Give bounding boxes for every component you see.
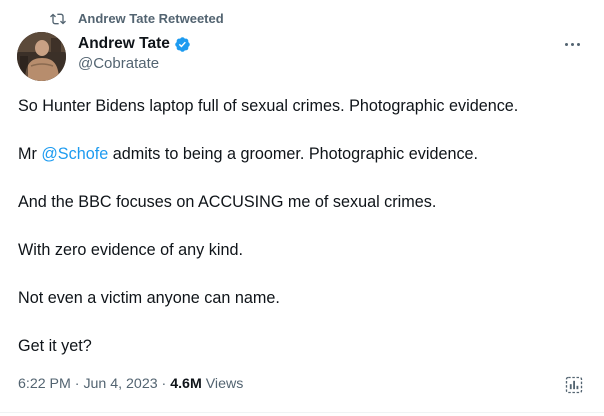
avatar-photo xyxy=(17,32,66,81)
views-count: 4.6M xyxy=(170,376,202,392)
meta-separator: · xyxy=(157,376,171,392)
verified-badge-icon xyxy=(175,36,190,52)
retweet-label: Andrew Tate Retweeted xyxy=(78,11,224,26)
tweet-date[interactable]: Jun 4, 2023 xyxy=(83,376,157,392)
tweet-line-suffix: admits to being a groomer. Photographic … xyxy=(108,145,479,163)
tweet-line: And the BBC focuses on ACCUSING me of se… xyxy=(18,193,437,211)
more-options-icon-dot xyxy=(576,42,580,46)
tweet-line: With zero evidence of any kind. xyxy=(18,241,243,259)
more-options-button[interactable] xyxy=(558,34,586,54)
tweet-line: Mr @Schofe admits to being a groomer. Ph… xyxy=(18,144,478,164)
tweet-line: So Hunter Bidens laptop full of sexual c… xyxy=(18,97,519,115)
meta-separator: · xyxy=(70,376,84,392)
divider xyxy=(0,412,604,413)
retweet-icon xyxy=(50,13,66,25)
avatar[interactable] xyxy=(17,32,66,81)
analytics-icon[interactable] xyxy=(564,375,584,395)
author-handle[interactable]: @Cobratate xyxy=(78,55,159,72)
more-options-icon-dot xyxy=(570,42,574,46)
tweet-line-prefix: Mr xyxy=(18,145,42,163)
author-name-text[interactable]: Andrew Tate xyxy=(78,35,170,53)
tweet-line: Get it yet? xyxy=(18,337,92,355)
views-label: Views xyxy=(201,376,244,392)
mention-link[interactable]: @Schofe xyxy=(41,145,108,163)
tweet-line: Not even a victim anyone can name. xyxy=(18,289,280,307)
tweet-time[interactable]: 6:22 PM xyxy=(18,376,71,392)
tweet-meta: 6:22 PM · Jun 4, 2023 · 4.6M Views xyxy=(18,376,243,392)
author-name[interactable]: Andrew Tate xyxy=(78,35,191,53)
more-options-icon xyxy=(564,42,568,46)
